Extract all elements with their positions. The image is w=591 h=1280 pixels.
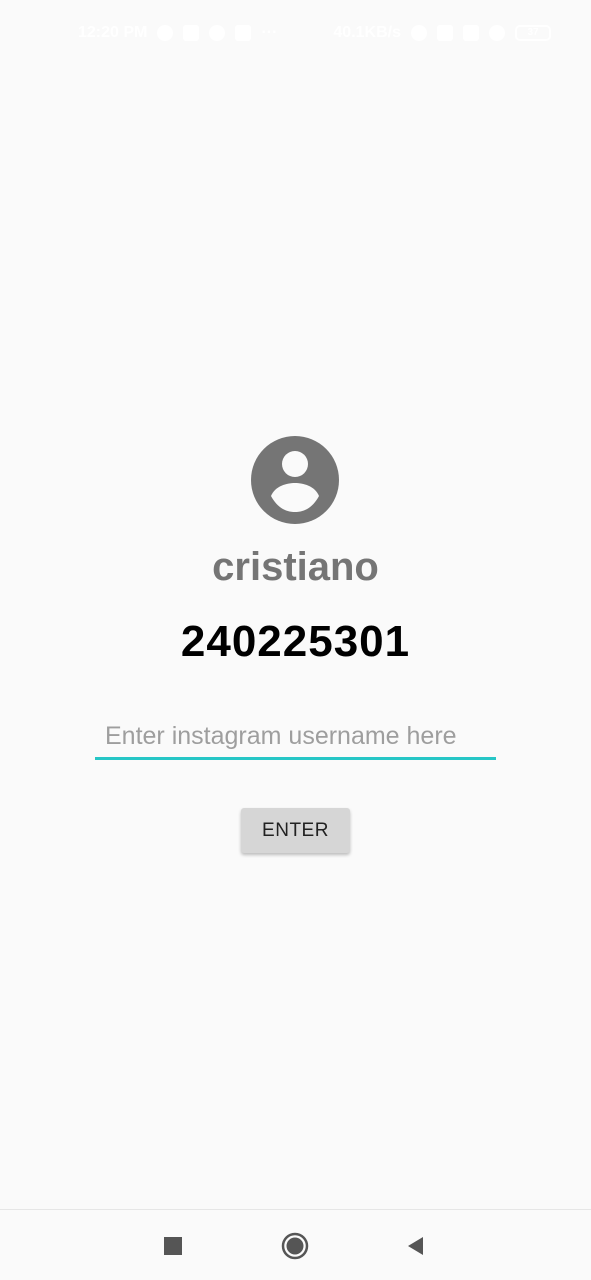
instagram-icon	[235, 25, 252, 41]
follower-count: 240225301	[180, 617, 411, 666]
battery-icon: 37	[515, 25, 551, 41]
status-time: 12:20 PM	[78, 24, 148, 41]
status-right: 40.1KB/s 37	[333, 24, 551, 42]
home-button[interactable]	[279, 1230, 311, 1262]
enter-button[interactable]: ENTER	[241, 808, 350, 853]
notification-icon	[157, 25, 174, 41]
profile-username: cristiano	[212, 545, 379, 589]
account-icon	[209, 25, 226, 41]
recent-apps-button[interactable]	[157, 1230, 189, 1262]
triangle-back-icon	[408, 1237, 423, 1255]
navigation-bar	[0, 1209, 591, 1280]
back-button[interactable]	[400, 1230, 432, 1262]
signal-icon	[463, 25, 479, 41]
wifi-icon	[489, 25, 505, 41]
alarm-icon	[411, 25, 427, 41]
square-icon	[164, 1237, 182, 1255]
account-circle-icon	[251, 436, 339, 524]
username-input[interactable]	[95, 716, 496, 760]
security-icon	[183, 25, 200, 41]
sim-icon	[437, 25, 453, 41]
status-bar: 12:20 PM ··· 40.1KB/s 37	[0, 0, 591, 66]
status-left: 12:20 PM ···	[78, 24, 333, 42]
circle-icon	[281, 1232, 309, 1260]
app-screen: 12:20 PM ··· 40.1KB/s 37 cristiano 24022…	[0, 0, 591, 1280]
more-notifications-icon: ···	[261, 24, 278, 41]
network-speed: 40.1KB/s	[333, 24, 401, 41]
